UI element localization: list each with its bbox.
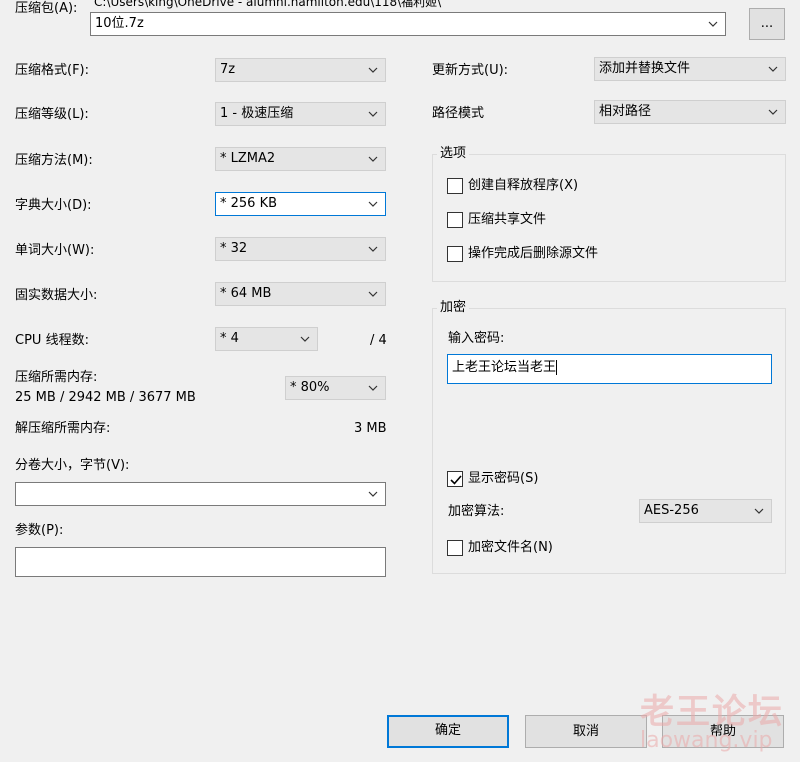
level-combobox[interactable]: 1 - 极速压缩 xyxy=(215,102,386,126)
format-value: 7z xyxy=(220,62,236,77)
threads-value: * 4 xyxy=(220,331,239,346)
decompress-label: 解压缩所需内存: xyxy=(15,421,111,436)
checkbox-box[interactable] xyxy=(447,178,463,194)
sfx-label: 创建自释放程序(X) xyxy=(468,178,579,193)
encrypt-names-label: 加密文件名(N) xyxy=(468,540,553,555)
solid-label: 固实数据大小: xyxy=(15,288,98,303)
update-value: 添加并替换文件 xyxy=(599,61,691,76)
chevron-down-icon[interactable] xyxy=(367,149,379,169)
show-password-checkbox[interactable]: 显示密码(S) xyxy=(447,470,538,488)
text-caret xyxy=(556,360,558,375)
cancel-button[interactable]: 取消 xyxy=(525,715,647,748)
memory-value: * 80% xyxy=(290,380,330,395)
chevron-down-icon[interactable] xyxy=(367,104,379,124)
encrypt-names-checkbox[interactable]: 加密文件名(N) xyxy=(447,539,553,557)
memory-combobox[interactable]: * 80% xyxy=(285,376,386,400)
chevron-down-icon[interactable] xyxy=(367,484,379,504)
chevron-down-icon[interactable] xyxy=(707,14,719,34)
word-value: * 32 xyxy=(220,241,248,256)
volume-label: 分卷大小，字节(V): xyxy=(15,458,130,473)
decompress-value: 3 MB xyxy=(354,421,387,436)
shared-checkbox[interactable]: 压缩共享文件 xyxy=(447,211,546,229)
chevron-down-icon[interactable] xyxy=(367,60,379,80)
ok-button[interactable]: 确定 xyxy=(387,715,509,748)
volume-combobox[interactable] xyxy=(15,482,386,506)
archive-label: 压缩包(A): xyxy=(15,1,78,16)
format-label: 压缩格式(F): xyxy=(15,63,90,78)
chevron-down-icon[interactable] xyxy=(367,194,379,214)
show-password-label: 显示密码(S) xyxy=(468,471,539,486)
password-label: 输入密码: xyxy=(448,331,505,346)
checkmark-icon xyxy=(450,475,462,485)
dictionary-value: * 256 KB xyxy=(220,196,278,211)
level-value: 1 - 极速压缩 xyxy=(220,106,294,121)
archive-filename-combobox[interactable]: 10位.7z xyxy=(90,12,726,36)
encryption-method-value: AES-256 xyxy=(644,503,699,518)
options-title: 选项 xyxy=(437,146,470,162)
chevron-down-icon[interactable] xyxy=(367,378,379,398)
word-label: 单词大小(W): xyxy=(15,243,95,258)
archive-filename-value: 10位.7z xyxy=(95,16,144,31)
method-label: 压缩方法(M): xyxy=(15,153,93,168)
method-value: * LZMA2 xyxy=(220,151,276,166)
checkbox-box[interactable] xyxy=(447,246,463,262)
checkbox-box[interactable] xyxy=(447,540,463,556)
update-label: 更新方式(U): xyxy=(432,63,509,78)
chevron-down-icon[interactable] xyxy=(299,329,311,349)
help-button[interactable]: 帮助 xyxy=(662,715,784,748)
chevron-down-icon[interactable] xyxy=(767,102,779,122)
delete-checkbox[interactable]: 操作完成后删除源文件 xyxy=(447,245,598,263)
method-combobox[interactable]: * LZMA2 xyxy=(215,147,386,171)
format-combobox[interactable]: 7z xyxy=(215,58,386,82)
sfx-checkbox[interactable]: 创建自释放程序(X) xyxy=(447,177,578,195)
encryption-method-label: 加密算法: xyxy=(448,504,505,519)
solid-combobox[interactable]: * 64 MB xyxy=(215,282,386,306)
dictionary-label: 字典大小(D): xyxy=(15,198,92,213)
encryption-title: 加密 xyxy=(437,300,470,316)
pathmode-combobox[interactable]: 相对路径 xyxy=(594,100,786,124)
chevron-down-icon[interactable] xyxy=(367,284,379,304)
params-input[interactable] xyxy=(15,547,386,577)
checkbox-box[interactable] xyxy=(447,212,463,228)
chevron-down-icon[interactable] xyxy=(367,239,379,259)
archive-path: C:\Users\king\OneDrive - alumni.hamilton… xyxy=(94,0,442,9)
pathmode-label: 路径模式 xyxy=(432,106,485,121)
solid-value: * 64 MB xyxy=(220,286,272,301)
threads-combobox[interactable]: * 4 xyxy=(215,327,318,351)
level-label: 压缩等级(L): xyxy=(15,107,89,122)
password-value: 上老王论坛当老王 xyxy=(452,360,557,375)
chevron-down-icon[interactable] xyxy=(767,59,779,79)
shared-label: 压缩共享文件 xyxy=(468,212,547,227)
password-input[interactable]: 上老王论坛当老王 xyxy=(447,354,772,384)
update-combobox[interactable]: 添加并替换文件 xyxy=(594,57,786,81)
threads-label: CPU 线程数: xyxy=(15,333,89,348)
memory-label: 压缩所需内存: xyxy=(15,370,98,385)
encryption-method-combobox[interactable]: AES-256 xyxy=(639,499,772,523)
pathmode-value: 相对路径 xyxy=(599,104,652,119)
memory-detail: 25 MB / 2942 MB / 3677 MB xyxy=(15,390,196,405)
threads-max: / 4 xyxy=(370,333,387,348)
checkbox-box[interactable] xyxy=(447,471,463,487)
params-label: 参数(P): xyxy=(15,523,64,538)
browse-button[interactable]: ... xyxy=(749,8,785,40)
word-combobox[interactable]: * 32 xyxy=(215,237,386,261)
chevron-down-icon[interactable] xyxy=(753,501,765,521)
delete-label: 操作完成后删除源文件 xyxy=(468,246,599,261)
dictionary-combobox[interactable]: * 256 KB xyxy=(215,192,386,216)
